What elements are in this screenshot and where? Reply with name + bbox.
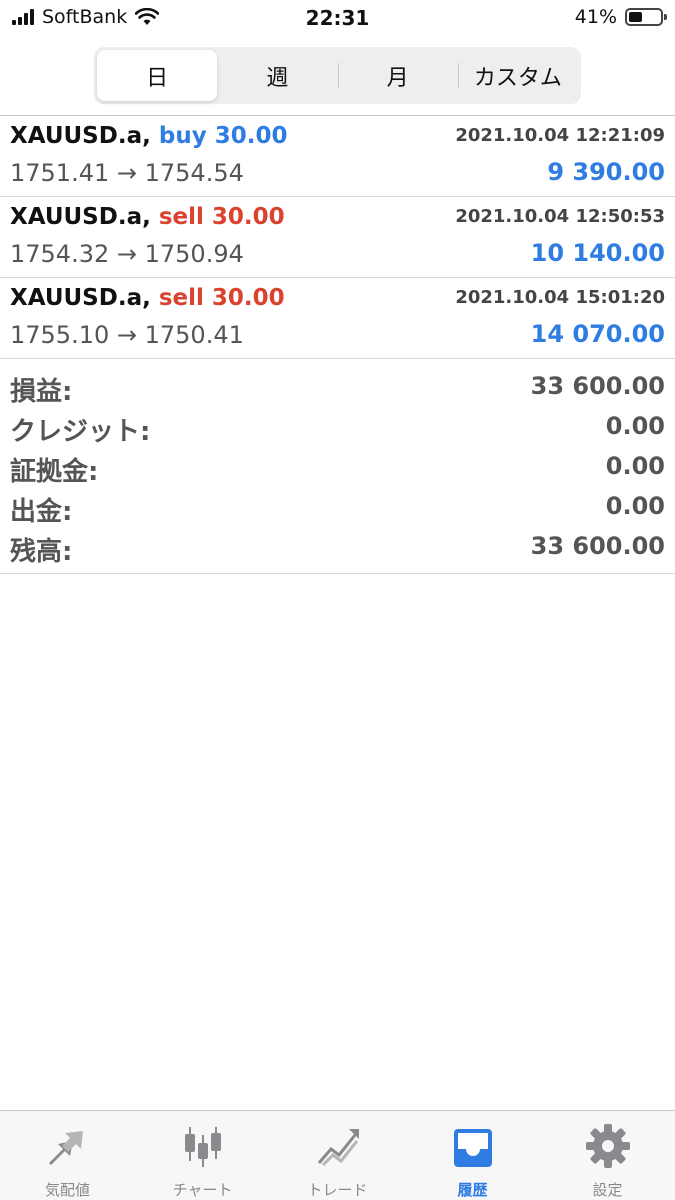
deal-symbol: XAUUSD.a,	[10, 285, 151, 311]
deal-datetime: 2021.10.04 12:50:53	[455, 206, 665, 227]
summary-label: 証拠金:	[10, 457, 99, 487]
tab-label: チャート	[172, 1181, 233, 1199]
tab-quotes[interactable]: 気配値	[0, 1111, 135, 1200]
summary-label: 出金:	[10, 497, 73, 527]
status-bar: SoftBank 22:31 41%	[0, 0, 675, 38]
settings-icon	[585, 1124, 630, 1168]
trade-icon	[317, 1129, 359, 1167]
tab-label: トレード	[307, 1181, 368, 1199]
status-right: 41%	[574, 6, 667, 28]
deal-row[interactable]: XAUUSD.a, sell 30.00 2021.10.04 12:50:53…	[0, 197, 675, 278]
summary-value: 0.00	[605, 452, 665, 480]
deal-prices: 1755.10 → 1750.41	[10, 321, 244, 349]
summary-section: 損益: 33 600.00 クレジット: 0.00 証拠金: 0.00 出金: …	[0, 359, 675, 574]
status-time: 22:31	[305, 6, 370, 30]
tab-bar: 気配値 チャート トレード 履歴 設定	[0, 1110, 675, 1200]
battery-icon	[625, 8, 667, 26]
period-segmented-control: 日 週 月 カスタム	[94, 47, 581, 104]
deal-profit: 9 390.00	[547, 158, 665, 186]
tab-label: 履歴	[457, 1181, 488, 1199]
summary-label: 残高:	[10, 537, 73, 567]
deal-side: sell 30.00	[158, 204, 285, 230]
battery-percent: 41%	[574, 6, 617, 28]
deal-datetime: 2021.10.04 12:21:09	[455, 125, 665, 146]
tab-trade[interactable]: トレード	[270, 1111, 405, 1200]
deal-symbol: XAUUSD.a,	[10, 123, 151, 149]
deal-prices: 1751.41 → 1754.54	[10, 159, 244, 187]
summary-profit: 損益: 33 600.00	[0, 367, 675, 407]
deal-datetime: 2021.10.04 15:01:20	[455, 287, 665, 308]
summary-balance: 残高: 33 600.00	[0, 527, 675, 567]
segment-day[interactable]: 日	[97, 50, 218, 101]
segment-month[interactable]: 月	[337, 50, 458, 101]
summary-value: 0.00	[605, 412, 665, 440]
deal-prices: 1754.32 → 1750.94	[10, 240, 244, 268]
summary-withdrawal: 出金: 0.00	[0, 487, 675, 527]
summary-value: 0.00	[605, 492, 665, 520]
chart-icon	[184, 1127, 221, 1167]
summary-value: 33 600.00	[530, 372, 665, 400]
summary-label: クレジット:	[10, 417, 151, 447]
segment-week[interactable]: 週	[217, 50, 337, 101]
deal-row[interactable]: XAUUSD.a, buy 30.00 2021.10.04 12:21:09 …	[0, 116, 675, 197]
deal-side: buy 30.00	[158, 123, 288, 149]
tab-label: 設定	[592, 1181, 623, 1199]
tab-label: 気配値	[44, 1181, 90, 1199]
tab-settings[interactable]: 設定	[540, 1111, 675, 1200]
summary-deposit: 証拠金: 0.00	[0, 447, 675, 487]
summary-credit: クレジット: 0.00	[0, 407, 675, 447]
deal-row[interactable]: XAUUSD.a, sell 30.00 2021.10.04 15:01:20…	[0, 278, 675, 359]
history-icon	[453, 1129, 492, 1167]
segment-custom[interactable]: カスタム	[457, 50, 578, 101]
quotes-icon	[48, 1131, 83, 1165]
deal-list: XAUUSD.a, buy 30.00 2021.10.04 12:21:09 …	[0, 115, 675, 574]
summary-value: 33 600.00	[530, 532, 665, 560]
tab-history[interactable]: 履歴	[405, 1111, 540, 1200]
deal-symbol: XAUUSD.a,	[10, 204, 151, 230]
tab-chart[interactable]: チャート	[135, 1111, 270, 1200]
deal-profit: 10 140.00	[530, 239, 665, 267]
summary-label: 損益:	[10, 377, 73, 407]
deal-side: sell 30.00	[158, 285, 285, 311]
deal-profit: 14 070.00	[530, 320, 665, 348]
